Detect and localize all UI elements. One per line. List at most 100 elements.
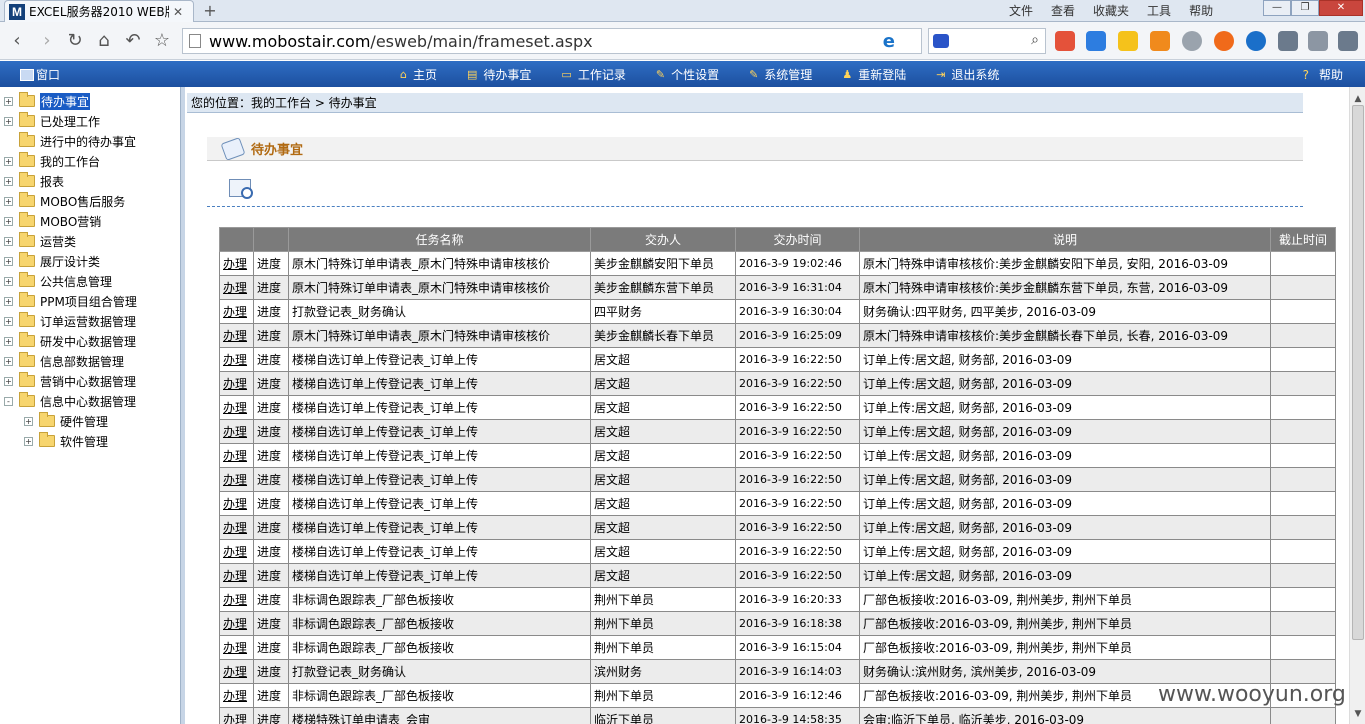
handle-link[interactable]: 办理 (223, 401, 247, 415)
handle-link[interactable]: 办理 (223, 449, 247, 463)
help-link[interactable]: ? 帮助 (1303, 66, 1343, 83)
tree-item[interactable]: + 运营类 (4, 231, 76, 251)
progress-link[interactable]: 进度 (257, 281, 281, 295)
tree-item[interactable]: + 展厅设计类 (4, 251, 100, 271)
tree-item[interactable]: + 硬件管理 (24, 411, 108, 431)
scroll-down-icon[interactable]: ▼ (1350, 706, 1365, 722)
tree-item[interactable]: + PPM项目组合管理 (4, 291, 137, 311)
menu-todo[interactable]: ▤ 待办事宜 (467, 66, 531, 83)
extension-icon[interactable] (1214, 31, 1234, 51)
expand-icon[interactable]: + (4, 196, 13, 206)
undo-close-icon[interactable]: ↶ (122, 30, 144, 52)
window-menu[interactable]: 窗口 (20, 66, 60, 83)
handle-link[interactable]: 办理 (223, 497, 247, 511)
handle-link[interactable]: 办理 (223, 593, 247, 607)
minimize-icon[interactable]: — (1263, 0, 1291, 16)
progress-link[interactable]: 进度 (257, 593, 281, 607)
extension-icon[interactable] (1150, 31, 1170, 51)
tree-item[interactable]: + 已处理工作 (4, 111, 100, 131)
extension-icon[interactable] (1086, 31, 1106, 51)
progress-link[interactable]: 进度 (257, 713, 281, 724)
tree-item[interactable]: - 信息中心数据管理 (4, 391, 136, 411)
handle-link[interactable]: 办理 (223, 425, 247, 439)
user-icon[interactable] (1278, 31, 1298, 51)
ie-compat-icon[interactable]: e (883, 31, 895, 52)
progress-link[interactable]: 进度 (257, 257, 281, 271)
progress-link[interactable]: 进度 (257, 545, 281, 559)
expand-icon[interactable]: + (4, 256, 13, 266)
expand-icon[interactable]: + (24, 416, 33, 426)
tree-item[interactable]: + MOBO营销 (4, 211, 101, 231)
search-icon[interactable]: ⌕ (1031, 32, 1039, 48)
progress-link[interactable]: 进度 (257, 449, 281, 463)
scroll-thumb[interactable] (1352, 105, 1364, 640)
handle-link[interactable]: 办理 (223, 545, 247, 559)
progress-link[interactable]: 进度 (257, 665, 281, 679)
new-tab-icon[interactable]: + (200, 2, 220, 20)
progress-link[interactable]: 进度 (257, 617, 281, 631)
vertical-scrollbar[interactable]: ▲ ▼ (1349, 87, 1365, 724)
tree-item[interactable]: + MOBO售后服务 (4, 191, 125, 211)
browser-menu-item[interactable]: 帮助 (1180, 2, 1222, 19)
tree-item[interactable]: + 营销中心数据管理 (4, 371, 136, 391)
handle-link[interactable]: 办理 (223, 641, 247, 655)
expand-icon[interactable]: + (4, 96, 13, 106)
browser-menu-item[interactable]: 收藏夹 (1084, 2, 1138, 19)
extension-icon[interactable] (1055, 31, 1075, 51)
expand-icon[interactable]: + (4, 116, 13, 126)
handle-link[interactable]: 办理 (223, 569, 247, 583)
expand-icon[interactable]: + (4, 276, 13, 286)
handle-link[interactable]: 办理 (223, 257, 247, 271)
handle-link[interactable]: 办理 (223, 353, 247, 367)
handle-link[interactable]: 办理 (223, 473, 247, 487)
forward-icon[interactable]: › (36, 30, 58, 52)
browser-menu-item[interactable]: 查看 (1042, 2, 1084, 19)
expand-icon[interactable]: + (4, 176, 13, 186)
browser-tab[interactable]: M EXCEL服务器2010 WEB版 ✕ (4, 0, 194, 22)
handle-link[interactable]: 办理 (223, 689, 247, 703)
tree-item[interactable]: + 软件管理 (24, 431, 108, 451)
tree-item[interactable]: + 公共信息管理 (4, 271, 112, 291)
handle-link[interactable]: 办理 (223, 665, 247, 679)
menu-admin[interactable]: ✎ 系统管理 (749, 66, 812, 83)
progress-link[interactable]: 进度 (257, 473, 281, 487)
progress-link[interactable]: 进度 (257, 353, 281, 367)
progress-link[interactable]: 进度 (257, 329, 281, 343)
handle-link[interactable]: 办理 (223, 617, 247, 631)
extension-icon[interactable] (1118, 31, 1138, 51)
handle-link[interactable]: 办理 (223, 281, 247, 295)
maximize-icon[interactable]: ❐ (1291, 0, 1319, 16)
expand-icon[interactable]: + (4, 316, 13, 326)
menu-worklog[interactable]: ▭ 工作记录 (561, 66, 625, 83)
browser-search-box[interactable]: ⌕ (928, 28, 1046, 54)
handle-link[interactable]: 办理 (223, 713, 247, 724)
handle-link[interactable]: 办理 (223, 377, 247, 391)
tree-item[interactable]: + 信息部数据管理 (4, 351, 124, 371)
expand-icon[interactable]: + (4, 156, 13, 166)
progress-link[interactable]: 进度 (257, 377, 281, 391)
reload-icon[interactable]: ↻ (64, 30, 86, 52)
progress-link[interactable]: 进度 (257, 497, 281, 511)
tab-close-icon[interactable]: ✕ (173, 5, 183, 19)
browser-menu-item[interactable]: 文件 (1000, 2, 1042, 19)
menu-home[interactable]: ⌂ 主页 (400, 66, 437, 83)
progress-link[interactable]: 进度 (257, 521, 281, 535)
tree-item[interactable]: + 我的工作台 (4, 151, 100, 171)
expand-icon[interactable]: + (24, 436, 33, 446)
progress-link[interactable]: 进度 (257, 569, 281, 583)
tree-item[interactable]: + 待办事宜 (4, 91, 91, 111)
handle-link[interactable]: 办理 (223, 305, 247, 319)
progress-link[interactable]: 进度 (257, 641, 281, 655)
favorite-star-icon[interactable]: ☆ (151, 30, 173, 52)
menu-relogin[interactable]: ♟ 重新登陆 (842, 66, 906, 83)
menu-exit[interactable]: ⇥ 退出系统 (936, 66, 999, 83)
expand-icon[interactable]: + (4, 236, 13, 246)
home-browser-icon[interactable]: ⌂ (93, 30, 115, 52)
tree-item[interactable]: 进行中的待办事宜 (4, 131, 136, 151)
tree-item[interactable]: + 研发中心数据管理 (4, 331, 136, 351)
progress-link[interactable]: 进度 (257, 401, 281, 415)
expand-icon[interactable]: + (4, 376, 13, 386)
progress-link[interactable]: 进度 (257, 425, 281, 439)
expand-icon[interactable]: + (4, 356, 13, 366)
window-icon[interactable] (1308, 31, 1328, 51)
